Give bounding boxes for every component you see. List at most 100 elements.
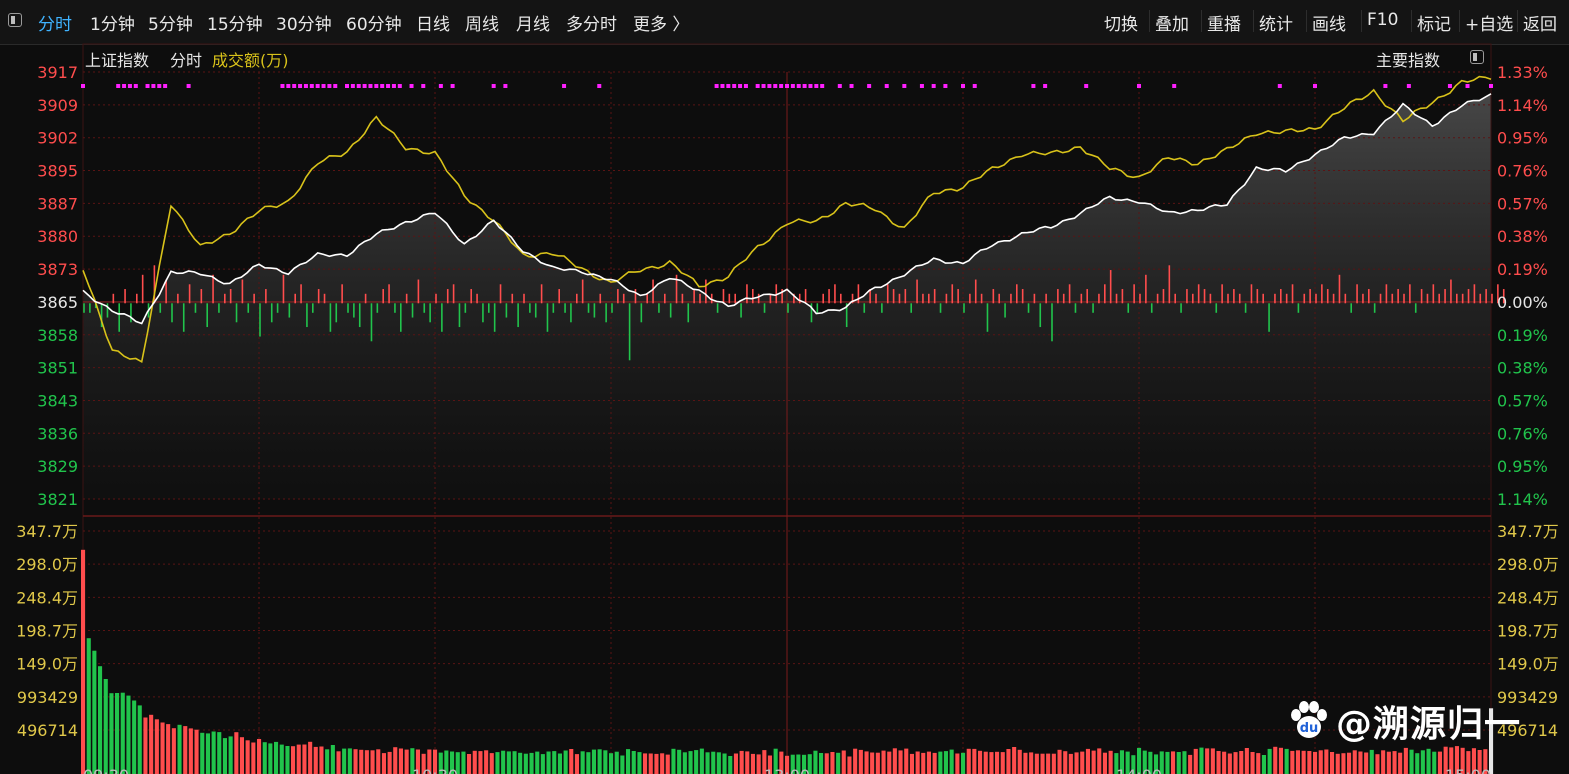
volume-bar <box>461 751 466 774</box>
volume-bar <box>251 742 256 774</box>
time-tick-label: 09:30 <box>83 766 129 774</box>
volume-bar <box>699 748 704 774</box>
volume-bar <box>1051 753 1056 774</box>
volume-bar <box>1324 749 1329 774</box>
volume-bar <box>467 754 472 774</box>
volume-bar <box>563 750 568 774</box>
price-tick-label: 3836 <box>37 424 78 443</box>
volume-bar <box>302 744 307 774</box>
volume-bar <box>620 755 625 774</box>
signal-marker <box>837 84 842 88</box>
volume-bar <box>183 726 188 774</box>
volume-bar <box>381 753 386 774</box>
volume-bar <box>126 695 131 774</box>
volume-bar <box>506 751 511 774</box>
volume-bar <box>1239 751 1244 774</box>
volume-bar <box>86 638 91 774</box>
volume-bar <box>1381 750 1386 774</box>
volume-bar <box>1199 747 1204 774</box>
volume-bar <box>574 754 579 774</box>
signal-marker <box>814 84 819 88</box>
signal-marker <box>1084 84 1089 88</box>
volume-bar <box>1250 752 1255 774</box>
volume-bar <box>819 753 824 774</box>
volume-bar <box>836 752 841 774</box>
pct-tick-label: 0.76% <box>1497 162 1548 181</box>
volume-bar <box>325 749 330 774</box>
volume-bar <box>274 741 279 774</box>
volume-bar <box>932 752 937 774</box>
volume-bar <box>705 752 710 774</box>
volume-bar <box>81 549 86 774</box>
signal-marker <box>356 84 361 88</box>
volume-bar <box>336 751 341 774</box>
price-tick-label: 3909 <box>37 96 78 115</box>
volume-bar <box>915 751 920 774</box>
volume-bar <box>1330 752 1335 774</box>
volume-bar <box>495 752 500 774</box>
volume-bar <box>989 752 994 774</box>
watermark: du @溯源归一 <box>1288 696 1521 746</box>
signal-marker <box>902 84 907 88</box>
volume-bar <box>858 749 863 774</box>
volume-bar <box>1295 750 1300 774</box>
volume-bar <box>1307 751 1312 774</box>
volume-bar <box>745 751 750 774</box>
signal-marker <box>849 84 854 88</box>
signal-marker <box>867 84 872 88</box>
time-tick-label: 15:00 <box>1445 766 1491 774</box>
volume-bar <box>824 753 829 774</box>
pct-tick-label: 0.19% <box>1497 326 1548 345</box>
signal-marker <box>133 84 138 88</box>
volume-bar <box>177 724 182 774</box>
signal-marker <box>350 84 355 88</box>
volume-tick-label-right: 248.4万 <box>1497 588 1559 607</box>
volume-bar <box>296 744 301 774</box>
volume-bar <box>376 749 381 774</box>
volume-bar <box>1398 752 1403 774</box>
signal-marker <box>321 84 326 88</box>
volume-bar <box>557 753 562 774</box>
pct-tick-label: 0.38% <box>1497 359 1548 378</box>
signal-marker <box>1031 84 1036 88</box>
volume-bar <box>614 751 619 774</box>
volume-tick-label-right: 198.7万 <box>1497 622 1559 641</box>
price-tick-label: 3865 <box>37 293 78 312</box>
volume-bar <box>841 750 846 774</box>
volume-bar <box>512 751 517 774</box>
volume-bar <box>160 722 165 774</box>
signal-marker <box>820 84 825 88</box>
signal-marker <box>286 84 291 88</box>
paw-logo-icon: du <box>1291 701 1327 738</box>
pct-tick-label: 1.14% <box>1497 490 1548 509</box>
volume-bar <box>222 738 227 774</box>
pct-tick-label: 0.00% <box>1497 293 1548 312</box>
volume-bar <box>1341 753 1346 774</box>
price-tick-label: 3821 <box>37 490 78 509</box>
volume-bar <box>978 750 983 774</box>
volume-bar <box>943 751 948 774</box>
volume-bar <box>1029 752 1034 774</box>
volume-tick-label-right: 149.0万 <box>1497 655 1559 674</box>
signal-marker <box>315 84 320 88</box>
signal-marker <box>761 84 766 88</box>
volume-tick-label: 149.0万 <box>16 655 78 674</box>
signal-marker <box>773 84 778 88</box>
volume-bar <box>149 714 154 774</box>
volume-bar <box>353 749 358 774</box>
signal-marker <box>362 84 367 88</box>
volume-bar <box>1097 748 1102 774</box>
volume-bar <box>1182 751 1187 774</box>
signal-marker <box>931 84 936 88</box>
volume-bar <box>217 732 222 774</box>
volume-bar <box>626 749 631 774</box>
volume-bar <box>313 746 318 774</box>
volume-bar <box>591 749 596 774</box>
volume-bar <box>631 751 636 774</box>
signal-marker <box>438 84 443 88</box>
pct-tick-label: 0.76% <box>1497 424 1548 443</box>
volume-bar <box>904 748 909 774</box>
intraday-chart[interactable]: 3917 1.33% 3909 1.14% 3902 0.95% 3895 0.76% 3887… <box>0 0 1569 774</box>
volume-bar <box>478 751 483 774</box>
volume-bar <box>972 748 977 774</box>
